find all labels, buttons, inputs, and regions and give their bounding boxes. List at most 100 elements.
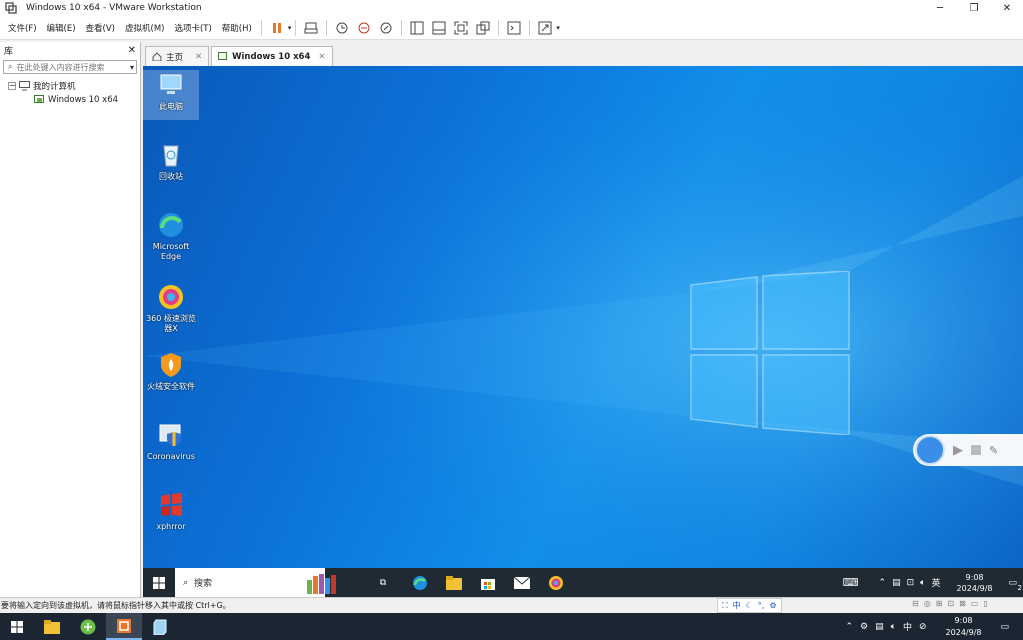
- clock[interactable]: 9:08 2024/9/8: [957, 572, 993, 594]
- tray-app-icon[interactable]: ▤: [875, 622, 884, 632]
- edge-icon: [159, 213, 183, 237]
- action-center-icon[interactable]: ▭ 2: [1008, 578, 1022, 592]
- toolbar-divider: [529, 19, 531, 36]
- recorder-widget: ▶ ✎: [913, 434, 1023, 466]
- menu-view[interactable]: 查看(V): [81, 22, 120, 34]
- host-taskbar-green-app[interactable]: [70, 619, 106, 635]
- vm-desktop[interactable]: 此电脑 回收站 Microsoft Edge 360 极速浏览器X 火绒安全软件…: [143, 66, 1023, 568]
- desktop-icon-edge[interactable]: Microsoft Edge: [143, 210, 199, 262]
- toolbar-divider: [295, 19, 297, 36]
- message-log-icon[interactable]: ▯: [983, 599, 987, 608]
- fullscreen-icon[interactable]: [452, 19, 470, 37]
- close-button[interactable]: ✕: [990, 0, 1023, 16]
- desktop-icon-recycle-bin[interactable]: 回收站: [143, 140, 199, 182]
- restore-button[interactable]: ❐: [957, 0, 991, 16]
- desktop-icon-xphrror[interactable]: xphrror: [143, 490, 199, 532]
- hdd-icon[interactable]: ⊟: [912, 599, 919, 608]
- minimize-button[interactable]: ─: [923, 0, 957, 16]
- pen-icon[interactable]: ✎: [989, 444, 998, 457]
- library-tree: − 我的计算机 Windows 10 x64: [0, 79, 140, 107]
- send-ctrl-alt-del-icon[interactable]: [302, 19, 320, 37]
- ime-punctuation-icon[interactable]: °,: [758, 601, 765, 610]
- title-bar: Windows 10 x64 - VMware Workstation ─ ❐ …: [0, 0, 1023, 16]
- usb-icon[interactable]: ⊡: [947, 599, 954, 608]
- collapse-icon[interactable]: −: [8, 82, 16, 90]
- security-icon[interactable]: ⊘: [919, 622, 927, 632]
- taskbar-search-box[interactable]: ⌕ 搜索: [175, 568, 336, 597]
- vm-tab-icon: [218, 52, 228, 60]
- edge-icon: [413, 575, 427, 590]
- ime-indicator[interactable]: 英: [932, 576, 941, 589]
- sidebar-toggle-icon[interactable]: [408, 19, 426, 37]
- taskbar-search-label: 搜索: [194, 579, 213, 589]
- search-icon: ⌕: [8, 62, 13, 71]
- library-panel: 库 ✕ ⌕ 在此处键入内容进行搜索 ▾ − 我的计算机 Windows 10 x…: [0, 42, 141, 597]
- snapshot-icon[interactable]: [333, 19, 351, 37]
- cd-icon[interactable]: ◎: [924, 599, 931, 608]
- ime-settings-icon[interactable]: ⚙: [769, 601, 776, 610]
- host-ime-indicator[interactable]: 中: [903, 620, 912, 633]
- host-taskbar-notepad[interactable]: [142, 619, 178, 635]
- desktop-icon-this-pc[interactable]: 此电脑: [143, 70, 199, 120]
- ime-moon-icon[interactable]: ☾: [746, 601, 753, 610]
- ime-chinese-label[interactable]: 中: [733, 600, 741, 611]
- tab-home-close-icon[interactable]: ✕: [195, 52, 202, 62]
- host-clock[interactable]: 9:08 2024/9/8: [946, 615, 982, 639]
- display-icon[interactable]: ▭: [971, 599, 979, 608]
- network-icon[interactable]: ⊡: [907, 578, 915, 588]
- revert-snapshot-icon[interactable]: [355, 19, 373, 37]
- console-icon[interactable]: [505, 19, 523, 37]
- stop-icon[interactable]: [971, 445, 981, 455]
- library-search-input[interactable]: ⌕ 在此处键入内容进行搜索 ▾: [3, 60, 137, 74]
- tree-item-my-computer[interactable]: − 我的计算机: [0, 79, 140, 93]
- search-dropdown-icon[interactable]: ▾: [130, 63, 134, 72]
- taskbar-mail[interactable]: [505, 576, 539, 589]
- host-start-button[interactable]: [0, 620, 34, 633]
- taskbar-explorer[interactable]: [437, 575, 471, 590]
- tab-vm[interactable]: Windows 10 x64 ✕: [211, 46, 333, 66]
- keyboard-icon[interactable]: ⌨: [843, 576, 859, 589]
- menu-file[interactable]: 文件(F): [3, 22, 42, 34]
- menu-vm[interactable]: 虚拟机(M): [120, 22, 169, 34]
- pause-icon[interactable]: [268, 19, 286, 37]
- desktop-icon-360-browser[interactable]: 360 极速浏览器X: [143, 282, 199, 334]
- desktop-icon-label: xphrror: [156, 522, 186, 531]
- stretch-dropdown-icon[interactable]: ▾: [556, 24, 560, 32]
- desktop-icon-label: 360 极速浏览器X: [146, 314, 196, 333]
- notification-count: 2: [1017, 583, 1022, 592]
- stretch-guest-icon[interactable]: [536, 19, 554, 37]
- start-button[interactable]: [143, 576, 175, 589]
- menu-tabs[interactable]: 选项卡(T): [169, 22, 216, 34]
- network-adapter-icon[interactable]: ⊞: [936, 599, 943, 608]
- tray-settings-icon[interactable]: ⚙: [860, 622, 868, 632]
- sound-device-icon[interactable]: ⊠: [959, 599, 966, 608]
- tray-app-icon[interactable]: ▤: [892, 578, 901, 588]
- unity-icon[interactable]: [474, 19, 492, 37]
- tray-overflow-icon[interactable]: ⌃: [879, 578, 887, 588]
- desktop-icon-huorong[interactable]: 火绒安全软件: [143, 350, 199, 392]
- host-taskbar-vmware[interactable]: [106, 613, 142, 640]
- play-icon[interactable]: ▶: [953, 443, 963, 458]
- volume-icon[interactable]: 🔈︎: [891, 622, 896, 632]
- host-notification-icon[interactable]: ▭: [1000, 622, 1009, 632]
- taskbar-store[interactable]: [471, 576, 505, 590]
- snapshot-manager-icon[interactable]: [377, 19, 395, 37]
- taskbar-edge[interactable]: [403, 575, 437, 591]
- desktop-icon-coronavirus[interactable]: Coronavirus: [143, 420, 199, 462]
- clock-date: 2024/9/8: [956, 583, 993, 593]
- tree-item-vm[interactable]: Windows 10 x64: [0, 93, 140, 107]
- tab-vm-close-icon[interactable]: ✕: [318, 52, 325, 62]
- tab-home[interactable]: 主页 ✕: [145, 46, 210, 66]
- taskbar-360[interactable]: [539, 575, 573, 591]
- thumbnail-bar-icon[interactable]: [430, 19, 448, 37]
- library-close-icon[interactable]: ✕: [128, 45, 136, 56]
- task-view-button[interactable]: ⧉: [363, 578, 403, 588]
- menu-edit[interactable]: 编辑(E): [42, 22, 81, 34]
- tray-overflow-icon[interactable]: ⌃: [845, 622, 853, 632]
- volume-icon[interactable]: 🔈︎: [920, 578, 925, 588]
- host-taskbar-explorer[interactable]: [34, 619, 70, 634]
- menu-help[interactable]: 帮助(H): [217, 22, 257, 34]
- record-button[interactable]: [915, 435, 945, 465]
- pause-dropdown-icon[interactable]: ▾: [288, 24, 292, 32]
- ime-logo-icon[interactable]: ⛶: [722, 601, 728, 611]
